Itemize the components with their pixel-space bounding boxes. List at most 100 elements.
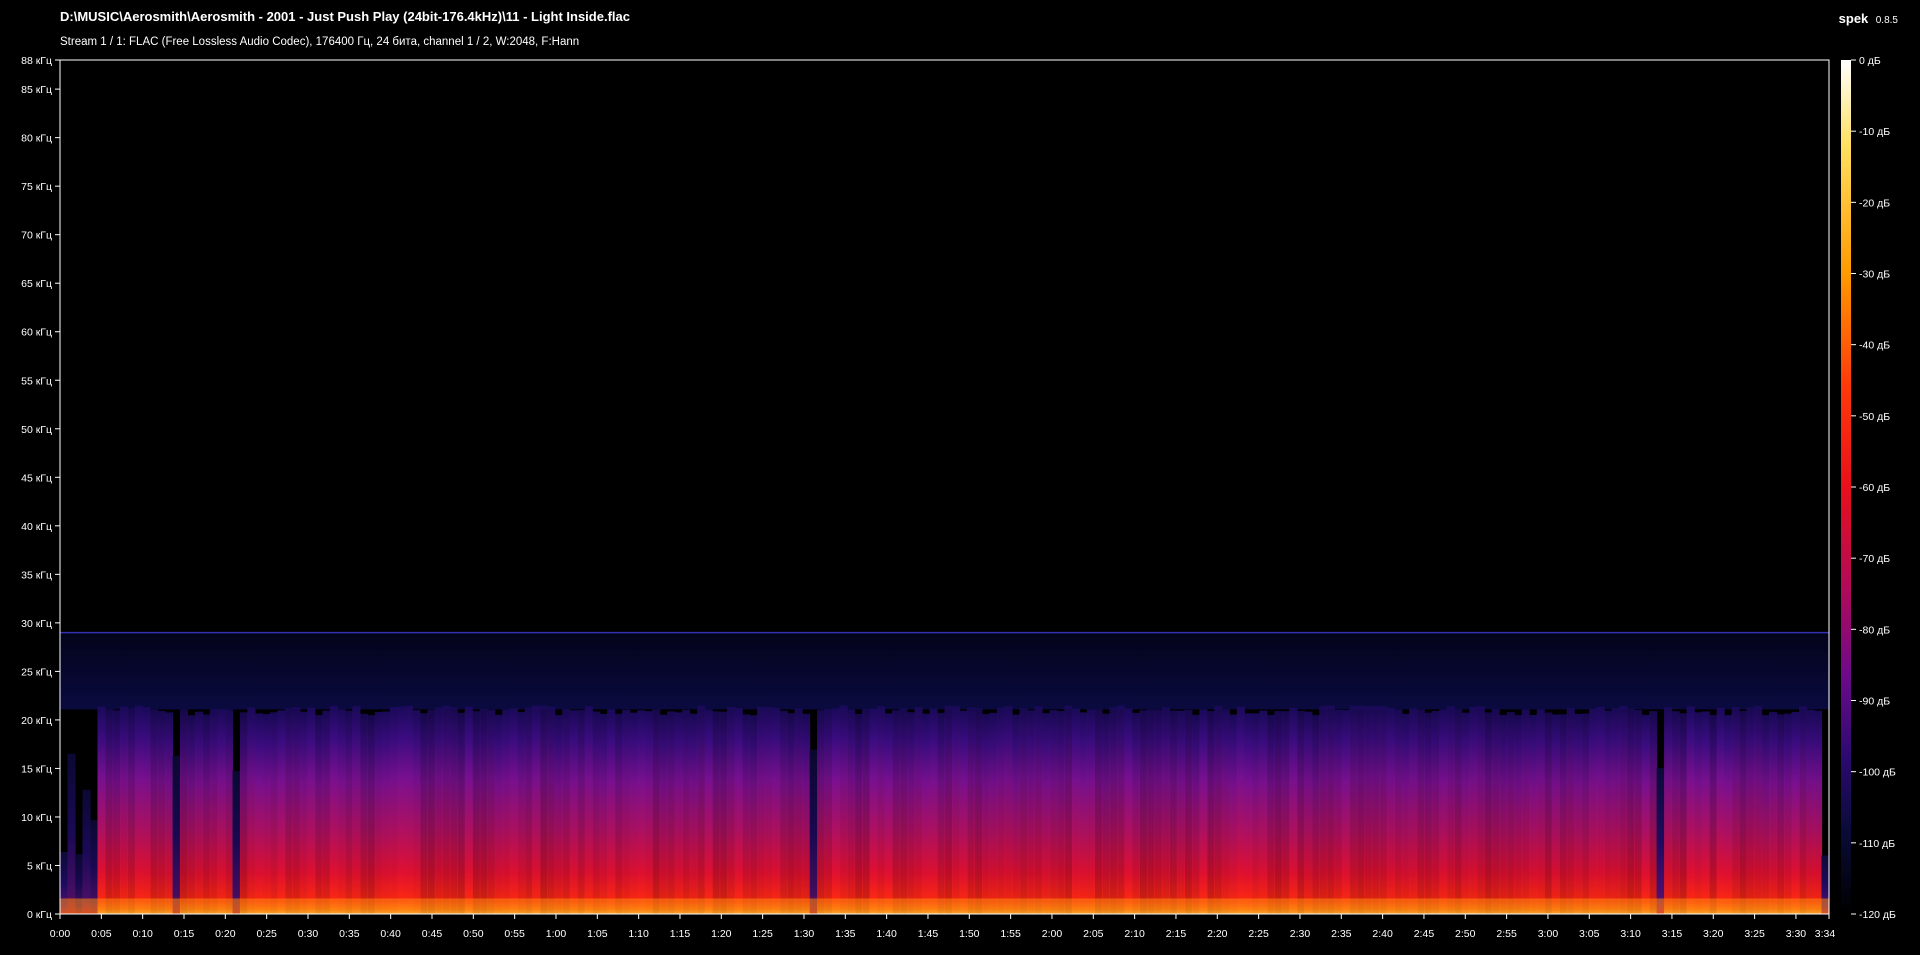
spectrogram-column [1236, 706, 1245, 914]
file-path-title: D:\MUSIC\Aerosmith\Aerosmith - 2001 - Ju… [60, 9, 630, 24]
spectrogram-column [1776, 714, 1785, 914]
db-tick-label: -20 дБ [1859, 197, 1890, 209]
spectrogram-column [367, 715, 376, 914]
spectrogram-column [1199, 709, 1208, 914]
time-tick-label: 2:10 [1124, 928, 1145, 940]
time-tick-label: 1:30 [794, 928, 815, 940]
spectrogram-column [1079, 712, 1088, 914]
spectrogram-column [1191, 714, 1200, 914]
spectrogram-column [539, 705, 548, 914]
spectrogram-column [1626, 708, 1635, 914]
time-tick-label: 2:35 [1331, 928, 1352, 940]
spectrogram-column [749, 715, 758, 914]
time-tick-label: 3:30 [1786, 928, 1807, 940]
spectrogram-column [1386, 708, 1395, 914]
spectrogram-column [1611, 708, 1620, 914]
spectrogram-column [382, 711, 391, 914]
spectrogram-column [854, 713, 863, 914]
spectrogram-column [839, 705, 848, 914]
spectrogram-column [1364, 706, 1373, 914]
frequency-tick-label: 50 кГц [21, 424, 52, 436]
spectrogram-column [142, 707, 151, 914]
spectrogram-column [1709, 715, 1718, 914]
spectrogram-column [247, 707, 256, 914]
spectrogram-column [1529, 715, 1538, 914]
spectrogram-column [937, 712, 946, 914]
spectrogram-column [689, 713, 698, 914]
spectrogram-column [1724, 715, 1733, 914]
spectrogram-column [299, 711, 308, 914]
time-tick-label: 1:55 [1000, 928, 1021, 940]
spectrogram-column [1124, 708, 1133, 914]
frequency-tick-label: 10 кГц [21, 812, 52, 824]
spectrogram-column [1649, 711, 1658, 914]
spectrogram-column [742, 714, 751, 914]
frequency-tick-label: 65 кГц [21, 278, 52, 290]
frequency-tick-label: 60 кГц [21, 327, 52, 339]
spectrogram-column [577, 710, 586, 914]
spectrogram-plot-area [60, 60, 1830, 914]
spectrogram-column [157, 710, 166, 914]
spectrogram-column [779, 710, 788, 914]
spectrogram-column [959, 710, 968, 914]
spectrogram-column [1094, 709, 1103, 914]
time-tick-label: 2:30 [1290, 928, 1311, 940]
frequency-tick-label: 70 кГц [21, 230, 52, 242]
spectrogram-column [1026, 710, 1036, 914]
frequency-axis: 0 кГц 5 кГц 10 кГц 15 кГц 20 кГц 25 кГц 30 кГц… [21, 55, 60, 921]
spectrogram-column [712, 711, 721, 914]
spectrogram-column [442, 705, 451, 914]
spectrogram-column [869, 708, 878, 914]
spectrogram-column [1446, 705, 1455, 914]
spectrogram-column [922, 713, 931, 914]
time-tick-label: 1:05 [587, 928, 608, 940]
spectrogram-column [404, 705, 413, 914]
spectrogram-column [179, 709, 189, 914]
spectrogram-column [134, 705, 144, 914]
time-tick-label: 2:05 [1083, 928, 1104, 940]
spectrogram-column [172, 755, 181, 914]
spectrogram-column [1011, 714, 1021, 914]
spectrogram-column [944, 705, 953, 914]
spectrogram-column [794, 708, 803, 914]
time-tick-label: 0:30 [298, 928, 319, 940]
spectrogram-column [659, 714, 668, 914]
spectrogram-column [877, 706, 886, 914]
spectrogram-column [1686, 706, 1695, 914]
spectrogram-column [764, 707, 773, 914]
spectrogram-column [1544, 712, 1553, 914]
spectrogram-column [119, 706, 129, 914]
spectrogram-column [1589, 708, 1598, 914]
spectrogram-column [239, 712, 248, 914]
spectrogram-column [1019, 708, 1028, 914]
spectrogram-column [1461, 712, 1470, 914]
spectrogram-column [1184, 709, 1193, 914]
spectrogram-column [614, 713, 623, 914]
time-tick-label: 1:20 [711, 928, 732, 940]
spectrogram-column [899, 708, 908, 914]
spectrogram-column [974, 708, 983, 914]
spectrogram-column [344, 710, 353, 914]
spectrogram-column [1574, 713, 1583, 914]
spectrogram-column [652, 709, 661, 914]
spectrogram-column [1799, 706, 1808, 914]
spectrogram-column [1064, 705, 1073, 914]
spectrogram-column [817, 709, 826, 914]
frequency-tick-label: 30 кГц [21, 618, 52, 630]
time-tick-label: 0:15 [174, 928, 195, 940]
spectrogram-column [1101, 713, 1111, 914]
spectrogram-chart: 0 кГц 5 кГц 10 кГц 15 кГц 20 кГц 25 кГц 30 кГц… [21, 55, 1896, 940]
spectrogram-column [1679, 713, 1688, 914]
time-tick-label: 2:25 [1248, 928, 1269, 940]
spectrogram-column [802, 713, 811, 914]
db-tick-label: -40 дБ [1859, 340, 1890, 352]
spectrogram-column [1229, 714, 1238, 914]
spectrogram-column [1109, 707, 1118, 914]
spectrogram-column [1439, 709, 1448, 914]
spectrogram-column [1274, 711, 1283, 914]
spectrogram-column [254, 713, 263, 914]
spectrogram-column [727, 706, 736, 914]
spectrogram-column [1619, 705, 1628, 914]
spectrogram-column [322, 710, 331, 914]
spectrogram-column [427, 709, 436, 914]
